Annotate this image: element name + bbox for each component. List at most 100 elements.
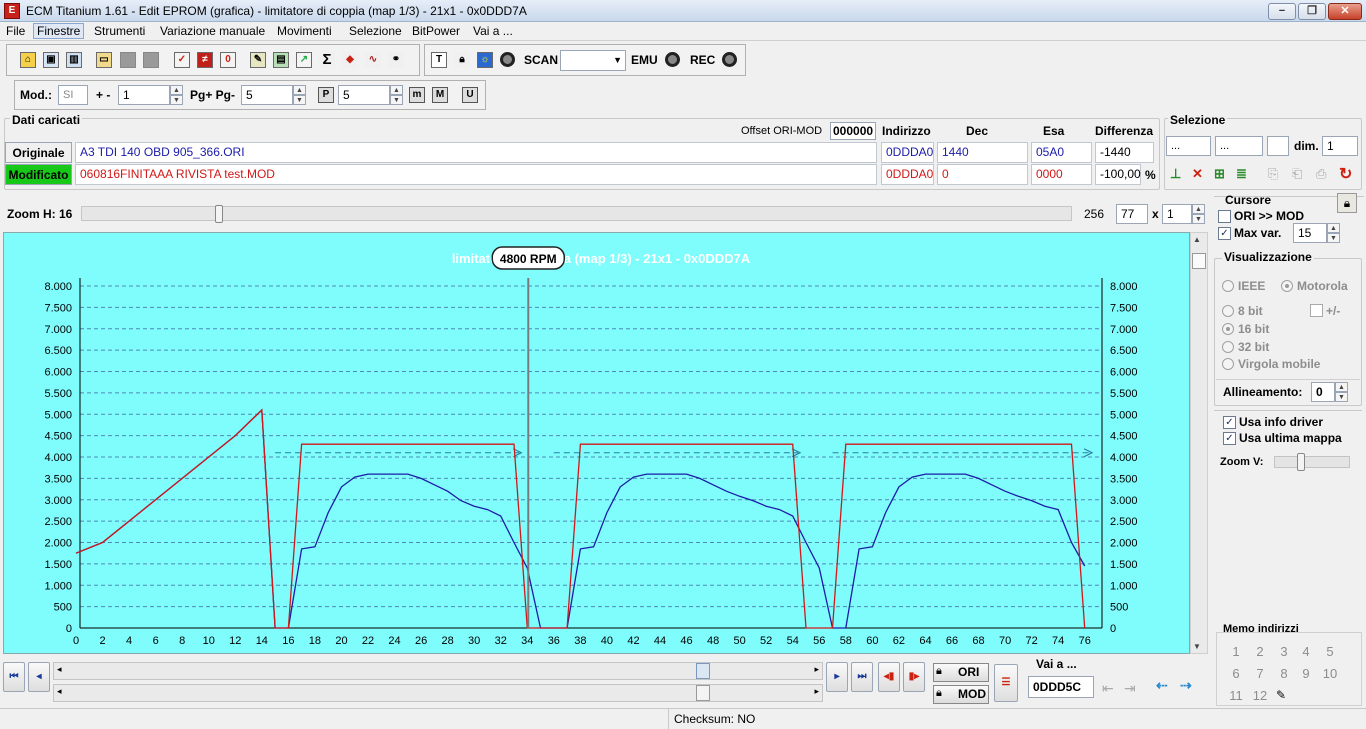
vscroll-thumb[interactable] bbox=[1192, 253, 1206, 269]
hscroll-top[interactable]: ◂ ▸ bbox=[53, 662, 823, 680]
p-spin-up-icon[interactable]: ▲ bbox=[390, 85, 403, 95]
maxvar-checkbox[interactable]: ✓ bbox=[1218, 227, 1231, 240]
hscroll2-right-icon[interactable]: ▸ bbox=[814, 686, 819, 697]
memo-12[interactable]: 12 bbox=[1249, 688, 1271, 703]
hscroll-right-icon[interactable]: ▸ bbox=[814, 664, 819, 675]
memo-edit-icon[interactable]: ✎ bbox=[1276, 688, 1292, 704]
mark-left-icon[interactable]: ⇠ bbox=[1156, 677, 1168, 694]
zoom-spin-down-icon[interactable]: ▼ bbox=[1192, 214, 1205, 224]
home-icon[interactable]: ⌂ bbox=[20, 52, 36, 68]
spin-up-icon[interactable]: ▲ bbox=[170, 85, 183, 95]
select-left-icon[interactable]: ⊥ bbox=[1170, 166, 1186, 182]
rec-toggle-icon[interactable] bbox=[722, 52, 737, 67]
chart-vscrollbar[interactable]: ▲ ▼ bbox=[1190, 232, 1208, 654]
memo-10[interactable]: 10 bbox=[1319, 666, 1341, 681]
maximize-button[interactable]: ❐ bbox=[1298, 3, 1326, 20]
zero-icon[interactable]: 0 bbox=[220, 52, 236, 68]
sum-icon[interactable]: Σ bbox=[319, 52, 335, 68]
usa-info-checkbox[interactable]: ✓ bbox=[1223, 416, 1236, 429]
next-icon[interactable]: ▸ bbox=[826, 662, 848, 692]
vai-a-field[interactable]: 0DDD5C bbox=[1028, 676, 1094, 698]
menu-file[interactable]: File bbox=[6, 24, 25, 38]
modificato-label[interactable]: Modificato bbox=[5, 164, 72, 185]
copy-icon[interactable]: ⎘ bbox=[1268, 166, 1284, 182]
hscroll2-thumb[interactable] bbox=[696, 685, 710, 701]
memo-2[interactable]: 2 bbox=[1249, 644, 1271, 659]
maxvar-spin-down-icon[interactable]: ▼ bbox=[1327, 233, 1340, 243]
zoom-v-slider[interactable] bbox=[1274, 453, 1350, 471]
lock-icon[interactable]: 🔒︎ bbox=[1337, 193, 1357, 213]
graph-icon[interactable]: ∿ bbox=[365, 52, 381, 68]
windows-icon[interactable]: ▣ bbox=[43, 52, 59, 68]
zoom-mult-field[interactable]: 1 bbox=[1162, 204, 1192, 224]
mod-field[interactable]: SI bbox=[58, 85, 88, 105]
select-add-icon[interactable]: ⊞ bbox=[1214, 166, 1230, 182]
virgola-radio[interactable] bbox=[1222, 358, 1234, 370]
align-right-icon[interactable]: ⇥ bbox=[1124, 680, 1136, 697]
paste-special-icon[interactable]: ⎙ bbox=[1316, 166, 1332, 182]
record-dot-icon[interactable] bbox=[500, 52, 515, 67]
ieee-radio[interactable] bbox=[1222, 280, 1234, 292]
memo-11[interactable]: 11 bbox=[1225, 688, 1247, 703]
memo-6[interactable]: 6 bbox=[1225, 666, 1247, 681]
calculator-icon[interactable]: ▤ bbox=[273, 52, 289, 68]
zoom-h-slider[interactable] bbox=[81, 205, 1072, 223]
memo-4[interactable]: 4 bbox=[1295, 644, 1317, 659]
edit-icon[interactable]: ✎ bbox=[250, 52, 266, 68]
dim-field[interactable]: 1 bbox=[1322, 136, 1358, 156]
zoom-h-thumb[interactable] bbox=[215, 205, 223, 223]
zoom-spin-up-icon[interactable]: ▲ bbox=[1192, 204, 1205, 214]
binoculars-icon[interactable]: ⚭ bbox=[388, 52, 404, 68]
offset-field[interactable]: 000000 bbox=[830, 122, 876, 140]
menu-finestre[interactable]: Finestre bbox=[33, 23, 85, 39]
allineamento-spin-down-icon[interactable]: ▼ bbox=[1335, 392, 1348, 402]
last-page-icon[interactable]: ⏭ bbox=[851, 662, 873, 692]
8bit-radio[interactable] bbox=[1222, 305, 1234, 317]
close-button[interactable]: ✕ bbox=[1328, 3, 1362, 20]
select-all-icon[interactable]: ≣ bbox=[1236, 166, 1252, 182]
map-chart[interactable]: 0 0500 5001.000 1.0001.500 1.5002.000 2.0002.… bbox=[4, 233, 1189, 653]
hscroll-thumb[interactable] bbox=[696, 663, 710, 679]
maxvar-field[interactable]: 15 bbox=[1293, 223, 1327, 243]
save-as-icon[interactable] bbox=[143, 52, 159, 68]
plusminus-field[interactable]: 1 bbox=[118, 85, 170, 105]
memo-8[interactable]: 8 bbox=[1273, 666, 1295, 681]
prev-diff-icon[interactable]: ◂▮ bbox=[878, 662, 900, 692]
open-folder-icon[interactable]: ▭ bbox=[96, 52, 112, 68]
allineamento-spin-up-icon[interactable]: ▲ bbox=[1335, 382, 1348, 392]
mark-right-icon[interactable]: ⇢ bbox=[1180, 677, 1192, 694]
menu-selezione[interactable]: Selezione bbox=[349, 24, 402, 38]
m-button[interactable]: m bbox=[409, 87, 425, 103]
p-spin-down-icon[interactable]: ▼ bbox=[390, 95, 403, 105]
pg-spin-up-icon[interactable]: ▲ bbox=[293, 85, 306, 95]
reset-icon[interactable]: ↻ bbox=[1339, 164, 1357, 183]
menu-bitpower[interactable]: BitPower bbox=[412, 24, 460, 38]
memo-9[interactable]: 9 bbox=[1295, 666, 1317, 681]
scroll-up-icon[interactable]: ▲ bbox=[1193, 235, 1201, 244]
select-cross-icon[interactable]: ✕ bbox=[1192, 166, 1208, 182]
sel-extra-field[interactable] bbox=[1267, 136, 1289, 156]
runner-icon[interactable]: ☼ bbox=[477, 52, 493, 68]
checklist-icon[interactable]: ✓ bbox=[174, 52, 190, 68]
allineamento-field[interactable]: 0 bbox=[1311, 382, 1335, 402]
maxvar-spin-up-icon[interactable]: ▲ bbox=[1327, 223, 1340, 233]
shapes-icon[interactable]: ◆ bbox=[342, 52, 358, 68]
zoom-value-field[interactable]: 77 bbox=[1116, 204, 1148, 224]
menu-movimenti[interactable]: Movimenti bbox=[277, 24, 332, 38]
columns-icon[interactable]: ▥ bbox=[66, 52, 82, 68]
paste-icon[interactable]: ⎗ bbox=[1292, 166, 1308, 182]
prev-icon[interactable]: ◂ bbox=[28, 662, 50, 692]
usa-ultima-checkbox[interactable]: ✓ bbox=[1223, 432, 1236, 445]
M-button[interactable]: M bbox=[432, 87, 448, 103]
p-button[interactable]: P bbox=[318, 87, 334, 103]
plusminus-checkbox[interactable] bbox=[1310, 304, 1323, 317]
scan-select[interactable]: ▼ bbox=[560, 50, 626, 71]
U-button[interactable]: U bbox=[462, 87, 478, 103]
compare-icon[interactable]: ≠ bbox=[197, 52, 213, 68]
chart-edit-icon[interactable]: ↗ bbox=[296, 52, 312, 68]
scroll-down-icon[interactable]: ▼ bbox=[1193, 642, 1201, 651]
memo-1[interactable]: 1 bbox=[1225, 644, 1247, 659]
app-icon[interactable]: E bbox=[4, 3, 20, 19]
16bit-radio[interactable] bbox=[1222, 323, 1234, 335]
originale-label[interactable]: Originale bbox=[5, 142, 72, 163]
